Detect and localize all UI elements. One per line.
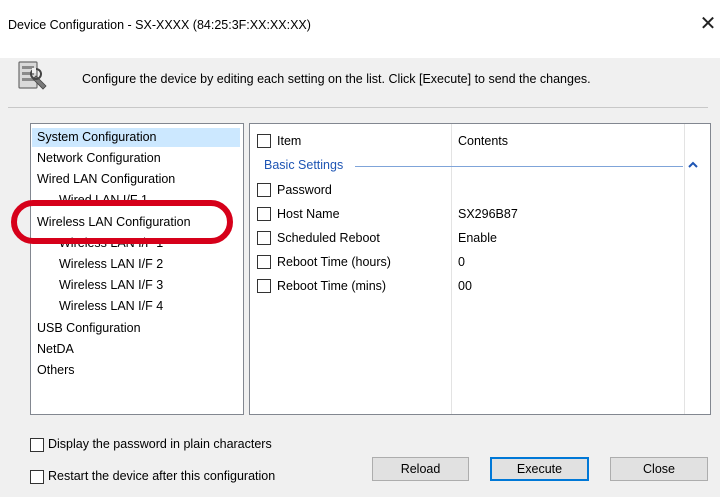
grid-row-password[interactable]: Password (250, 179, 710, 203)
tree-item-wired-lan-configuration[interactable]: Wired LAN Configuration (37, 170, 175, 189)
window-title: Device Configuration - SX-XXXX (84:25:3F… (8, 18, 311, 32)
device-settings-icon (16, 56, 50, 94)
row-checkbox[interactable] (257, 183, 271, 197)
grid-row-reboot-time-mins[interactable]: Reboot Time (mins) 00 (250, 275, 710, 299)
tree-item-system-configuration[interactable]: System Configuration (32, 128, 240, 147)
row-checkbox[interactable] (257, 231, 271, 245)
row-item-label: Host Name (277, 207, 340, 221)
chevron-up-icon[interactable] (686, 158, 700, 172)
tree-item-usb-configuration[interactable]: USB Configuration (37, 319, 141, 338)
row-item-label: Reboot Time (hours) (277, 255, 391, 269)
display-password-checkbox[interactable] (30, 438, 44, 452)
row-contents-value: 00 (458, 279, 472, 293)
group-title-basic-settings: Basic Settings (264, 158, 344, 172)
row-contents-value: Enable (458, 231, 497, 245)
row-checkbox[interactable] (257, 279, 271, 293)
row-checkbox[interactable] (257, 207, 271, 221)
select-all-checkbox[interactable] (257, 134, 271, 148)
grid-row-reboot-time-hours[interactable]: Reboot Time (hours) 0 (250, 251, 710, 275)
row-contents-value: 0 (458, 255, 465, 269)
tree-item-others[interactable]: Others (37, 361, 75, 380)
restart-device-checkbox[interactable] (30, 470, 44, 484)
grid-row-scheduled-reboot[interactable]: Scheduled Reboot Enable (250, 227, 710, 251)
grid-header-row: Item Contents (250, 130, 710, 154)
group-divider (355, 166, 683, 167)
highlight-ring (11, 200, 233, 244)
restart-device-label: Restart the device after this configurat… (48, 469, 276, 483)
column-header-contents: Contents (458, 134, 509, 148)
tree-item-wireless-lan-if-3[interactable]: Wireless LAN I/F 3 (59, 276, 163, 295)
tree-item-wireless-lan-if-4[interactable]: Wireless LAN I/F 4 (59, 297, 163, 316)
row-item-label: Reboot Time (mins) (277, 279, 387, 293)
row-contents-value: SX296B87 (458, 207, 518, 221)
close-icon[interactable]: ✕ (698, 12, 718, 36)
category-tree[interactable]: System Configuration Network Configurati… (30, 123, 244, 415)
instruction-text: Configure the device by editing each set… (82, 72, 591, 86)
reload-button[interactable]: Reload (372, 457, 469, 481)
grid-row-host-name[interactable]: Host Name SX296B87 (250, 203, 710, 227)
execute-button[interactable]: Execute (490, 457, 589, 481)
row-item-label: Scheduled Reboot (277, 231, 380, 245)
tree-item-network-configuration[interactable]: Network Configuration (37, 149, 161, 168)
settings-grid: Item Contents Basic Settings Password Ho… (249, 123, 711, 415)
close-button[interactable]: Close (610, 457, 708, 481)
display-password-label: Display the password in plain characters (48, 437, 272, 451)
header-divider (8, 107, 708, 108)
title-bar: Device Configuration - SX-XXXX (84:25:3F… (0, 0, 720, 58)
row-checkbox[interactable] (257, 255, 271, 269)
row-item-label: Password (277, 183, 332, 197)
tree-item-wireless-lan-if-2[interactable]: Wireless LAN I/F 2 (59, 255, 163, 274)
tree-item-netda[interactable]: NetDA (37, 340, 74, 359)
column-header-item: Item (277, 134, 302, 148)
